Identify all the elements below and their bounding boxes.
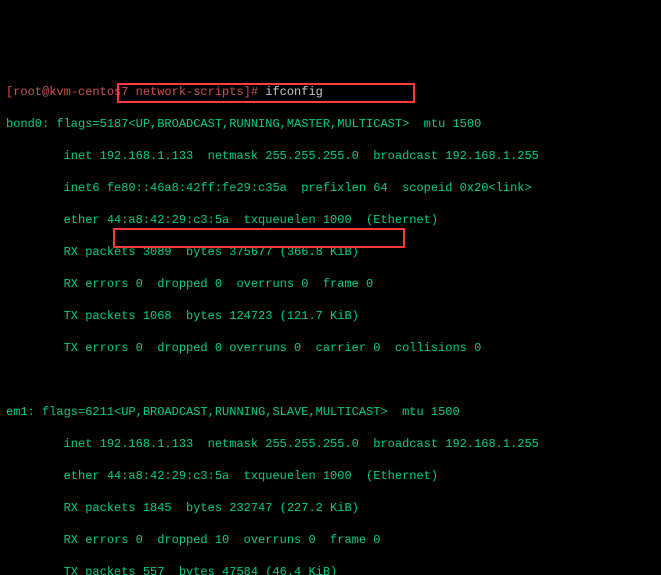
- em1-header: em1: flags=6211<UP,BROADCAST,RUNNING,SLA…: [6, 404, 655, 420]
- bond0-line: inet 192.168.1.133 netmask 255.255.255.0…: [6, 148, 655, 164]
- em1-line: RX errors 0 dropped 10 overruns 0 frame …: [6, 532, 655, 548]
- bond0-line: TX errors 0 dropped 0 overruns 0 carrier…: [6, 340, 655, 356]
- bond0-header: bond0: flags=5187<UP,BROADCAST,RUNNING,M…: [6, 116, 655, 132]
- bond0-line: RX packets 3089 bytes 375677 (366.8 KiB): [6, 244, 655, 260]
- terminal[interactable]: [root@kvm-centos7 network-scripts]# ifco…: [6, 68, 655, 575]
- em1-line: RX packets 1845 bytes 232747 (227.2 KiB): [6, 500, 655, 516]
- bond0-line: ether 44:a8:42:29:c3:5a txqueuelen 1000 …: [6, 212, 655, 228]
- bond0-line: RX errors 0 dropped 0 overruns 0 frame 0: [6, 276, 655, 292]
- bond0-line: TX packets 1068 bytes 124723 (121.7 KiB): [6, 308, 655, 324]
- bond0-line: inet6 fe80::46a8:42ff:fe29:c35a prefixle…: [6, 180, 655, 196]
- blank-line: [6, 372, 655, 388]
- prompt-command: ifconfig: [265, 85, 323, 99]
- em1-line: TX packets 557 bytes 47584 (46.4 KiB): [6, 564, 655, 575]
- em1-line: inet 192.168.1.133 netmask 255.255.255.0…: [6, 436, 655, 452]
- prompt-user-host: [root@kvm-centos7 network-scripts]#: [6, 85, 258, 99]
- prompt-line: [root@kvm-centos7 network-scripts]# ifco…: [6, 84, 655, 100]
- em1-line: ether 44:a8:42:29:c3:5a txqueuelen 1000 …: [6, 468, 655, 484]
